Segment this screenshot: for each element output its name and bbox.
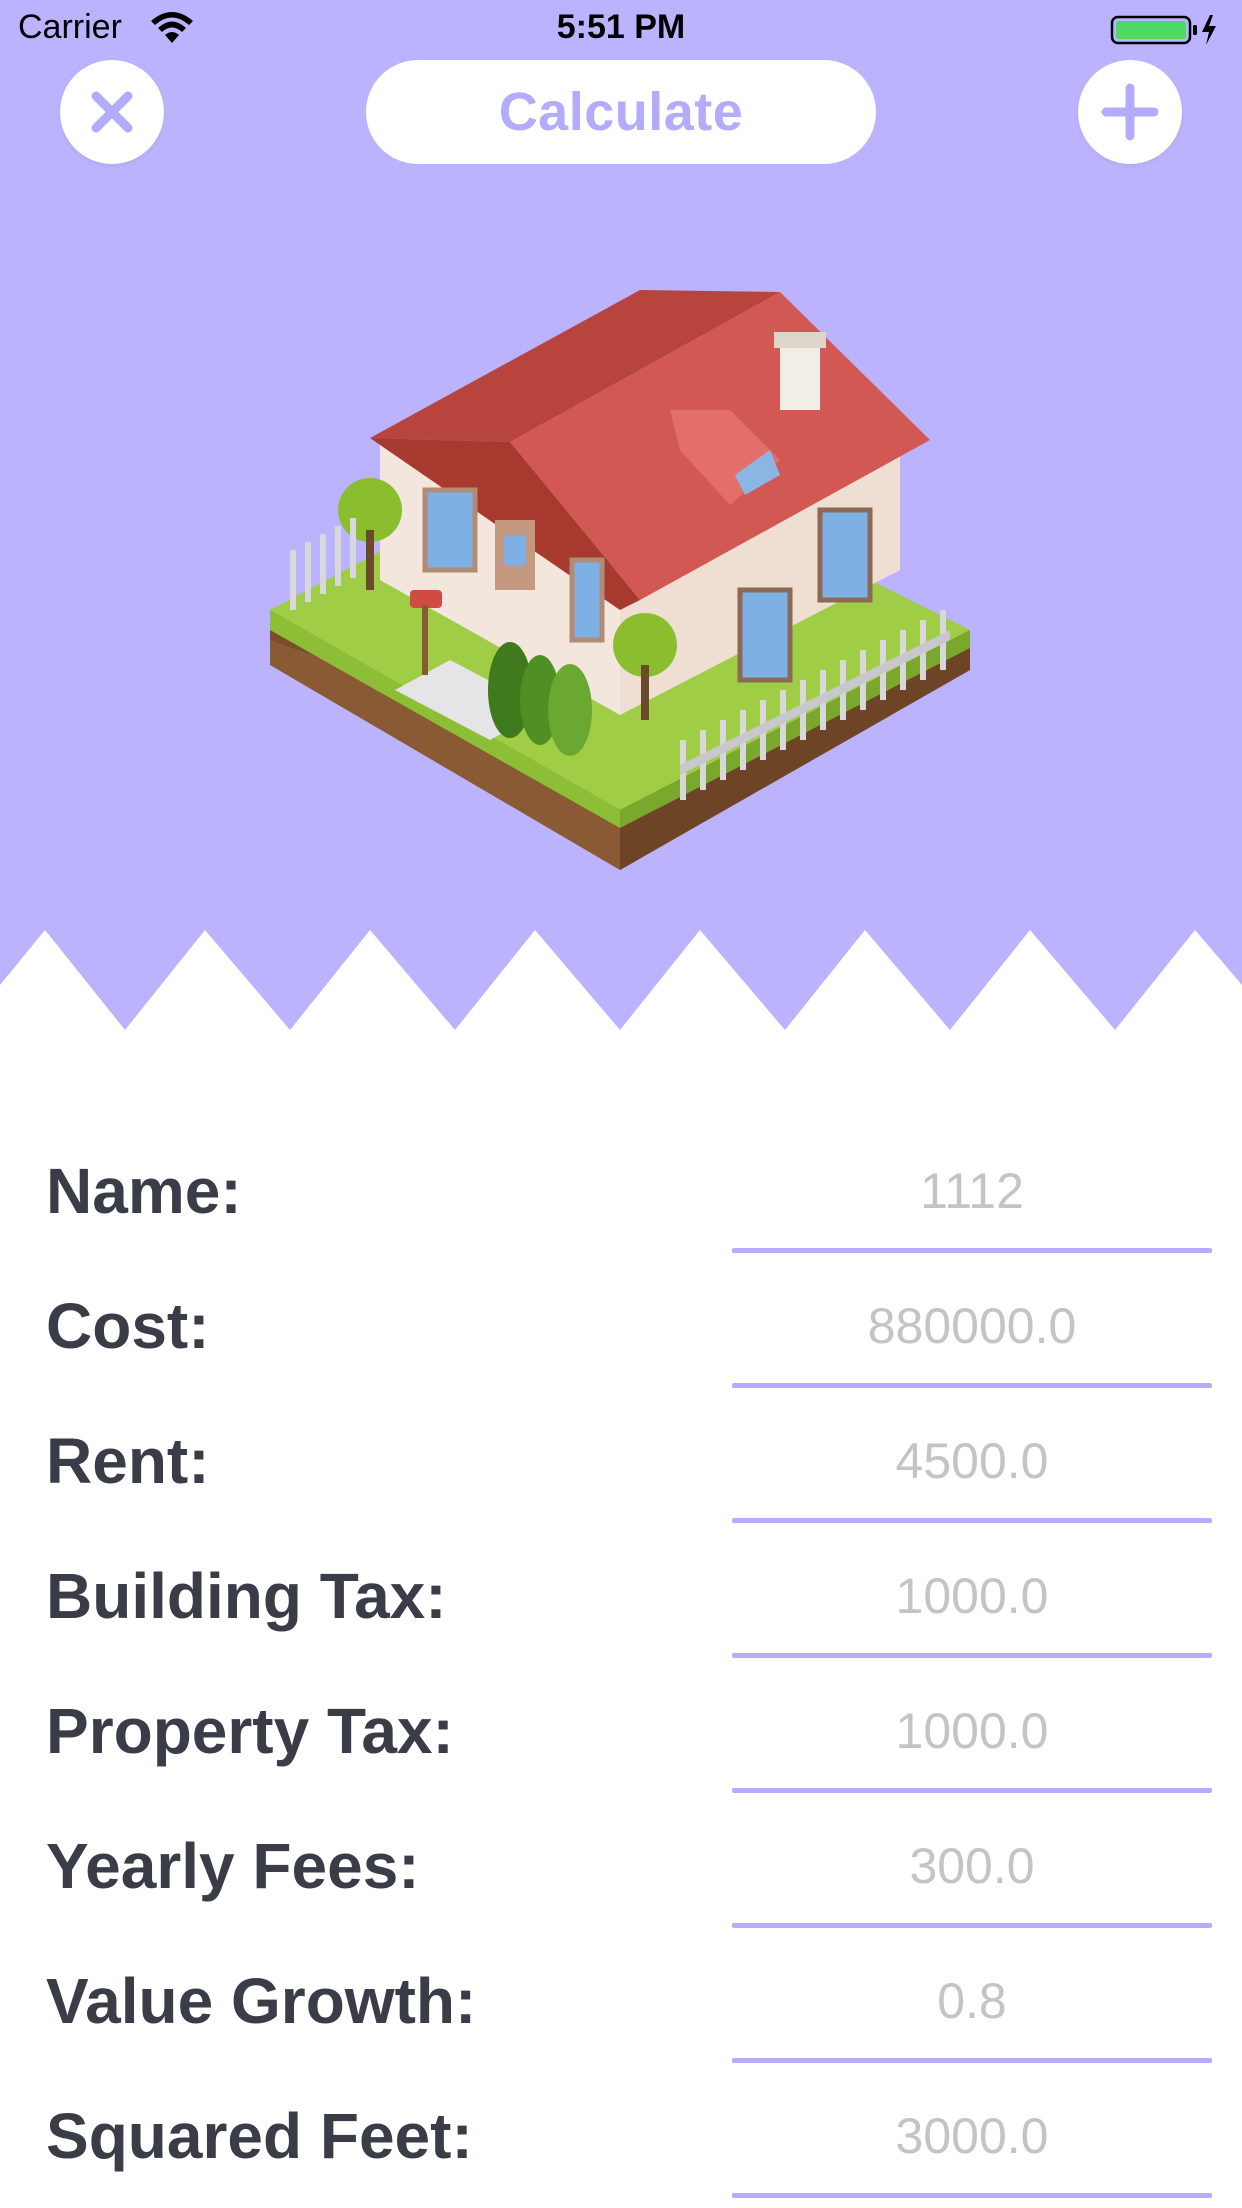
form-row-rent: Rent: bbox=[0, 1410, 1242, 1545]
name-label: Name: bbox=[46, 1155, 242, 1227]
status-time: 5:51 PM bbox=[556, 8, 686, 46]
property-tax-label: Property Tax: bbox=[46, 1695, 454, 1767]
value-growth-underline bbox=[732, 2058, 1212, 2063]
cost-input[interactable] bbox=[732, 1281, 1212, 1371]
value-growth-input[interactable] bbox=[732, 1956, 1212, 2046]
house-illustration bbox=[270, 290, 970, 870]
cost-label: Cost: bbox=[46, 1290, 210, 1362]
value-growth-label: Value Growth: bbox=[46, 1965, 477, 2037]
real-estate-form-screen: Carrier 5:51 PM Calculate Name: 1112 Cos… bbox=[0, 0, 1242, 2208]
yearly-fees-underline bbox=[732, 1923, 1212, 1928]
form-row-yearly-fees: Yearly Fees: bbox=[0, 1815, 1242, 1950]
calculate-button[interactable]: Calculate bbox=[366, 60, 876, 164]
form-row-property-tax: Property Tax: bbox=[0, 1680, 1242, 1815]
rent-input[interactable] bbox=[732, 1416, 1212, 1506]
add-button[interactable] bbox=[1078, 60, 1182, 164]
cost-underline bbox=[732, 1383, 1212, 1388]
property-tax-underline bbox=[732, 1788, 1212, 1793]
rent-label: Rent: bbox=[46, 1425, 210, 1497]
battery-charging-icon bbox=[1110, 15, 1216, 45]
property-tax-input[interactable] bbox=[732, 1686, 1212, 1776]
rent-underline bbox=[732, 1518, 1212, 1523]
zigzag-divider bbox=[0, 930, 1242, 1035]
name-input[interactable] bbox=[732, 1146, 1212, 1236]
form-row-building-tax: Building Tax: bbox=[0, 1545, 1242, 1680]
yearly-fees-label: Yearly Fees: bbox=[46, 1830, 420, 1902]
building-tax-label: Building Tax: bbox=[46, 1560, 447, 1632]
status-bar: Carrier 5:51 PM bbox=[0, 0, 1242, 60]
plus-icon bbox=[1101, 83, 1159, 141]
yearly-fees-input[interactable] bbox=[732, 1821, 1212, 1911]
form-row-squared-feet: Squared Feet: bbox=[0, 2085, 1242, 2208]
form-row-cost: Cost: bbox=[0, 1275, 1242, 1410]
squared-feet-label: Squared Feet: bbox=[46, 2100, 473, 2172]
building-tax-input[interactable] bbox=[732, 1551, 1212, 1641]
close-button[interactable] bbox=[60, 60, 164, 164]
form-row-value-growth: Value Growth: bbox=[0, 1950, 1242, 2085]
building-tax-underline bbox=[732, 1653, 1212, 1658]
squared-feet-input[interactable] bbox=[732, 2091, 1212, 2181]
squared-feet-underline bbox=[732, 2193, 1212, 2198]
name-underline bbox=[732, 1248, 1212, 1253]
close-icon bbox=[91, 91, 133, 133]
form-row-name: Name: bbox=[0, 1140, 1242, 1275]
